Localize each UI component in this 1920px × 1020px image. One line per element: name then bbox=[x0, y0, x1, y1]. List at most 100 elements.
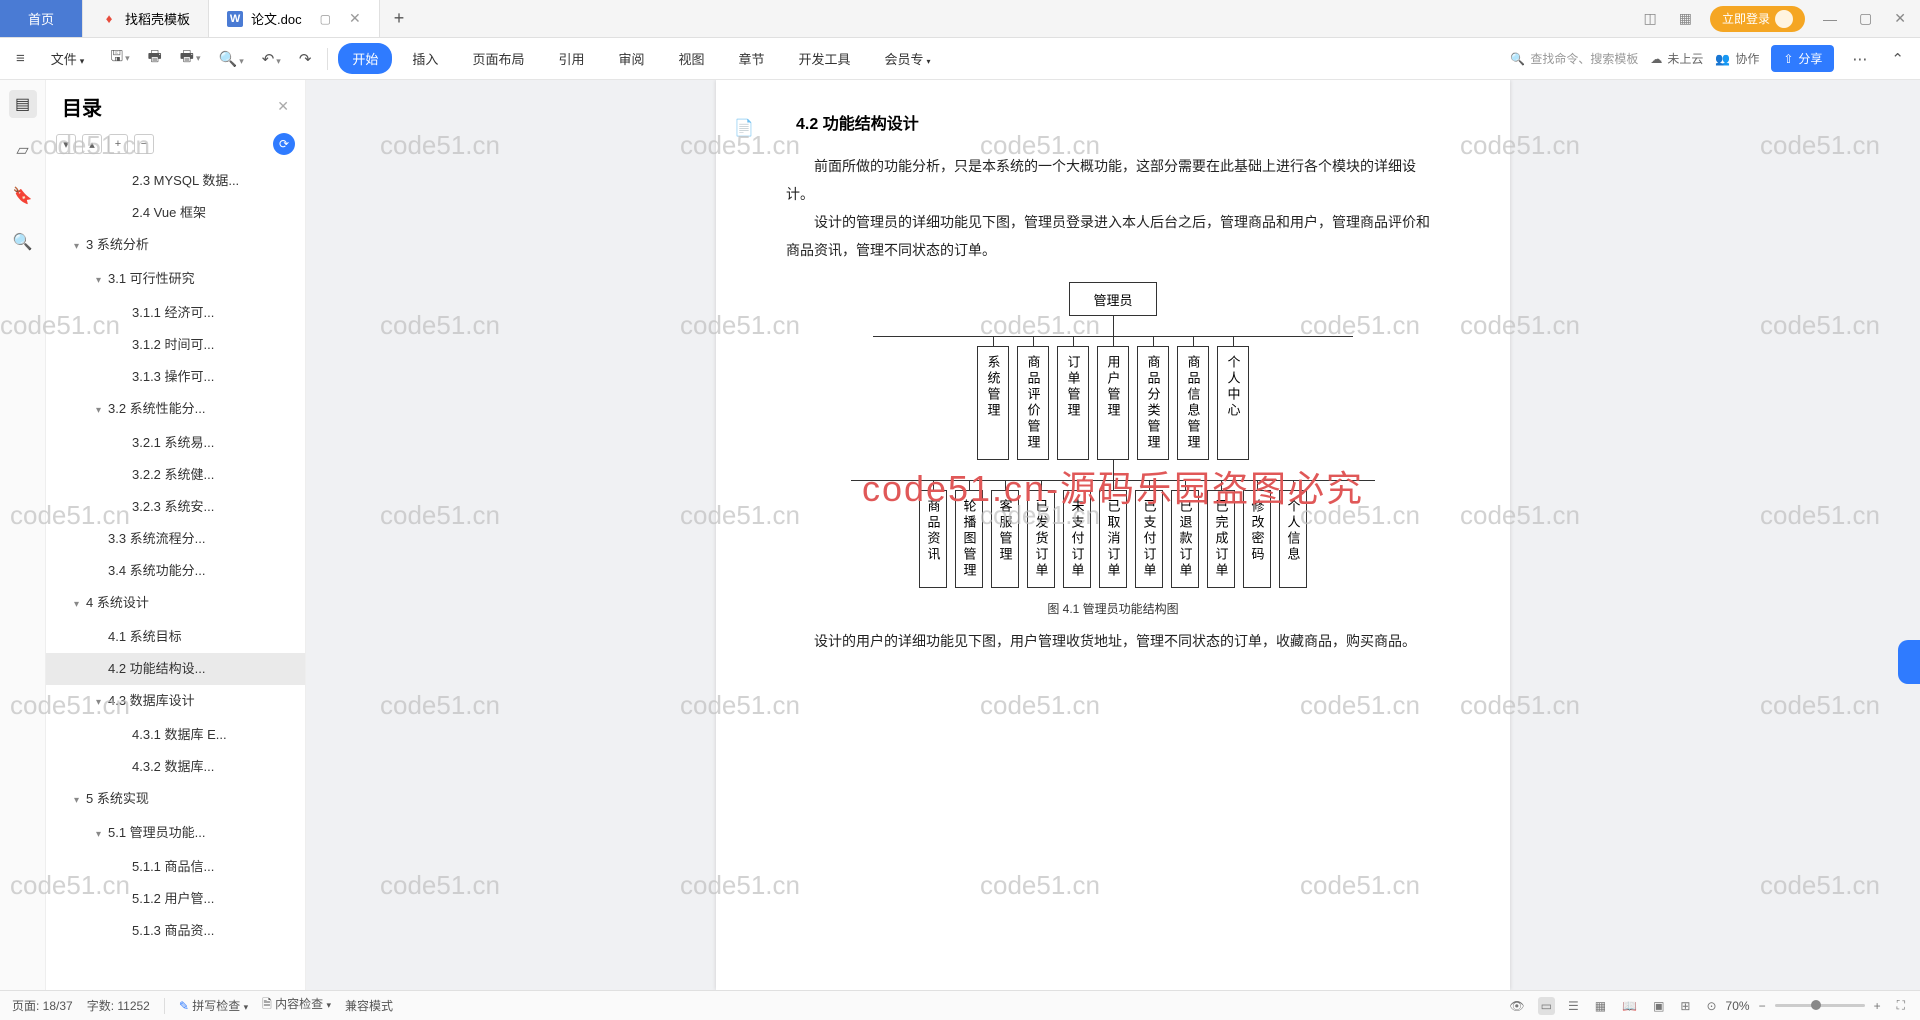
fullscreen-icon[interactable]: ⛶ bbox=[1894, 996, 1908, 1015]
expand-all-icon[interactable]: ▴ bbox=[82, 134, 102, 154]
outline-item[interactable]: 3.4 系统功能分... bbox=[46, 555, 305, 587]
content-check-button[interactable]: 🗎 内容检查 ▾ bbox=[262, 995, 331, 1016]
tab-label: 论文.doc bbox=[251, 9, 302, 28]
outline-item[interactable]: 5.1.1 商品信... bbox=[46, 851, 305, 883]
menu-insert[interactable]: 插入 bbox=[398, 43, 452, 74]
tab-template[interactable]: ♦ 找稻壳模板 bbox=[83, 0, 209, 37]
more-icon[interactable]: ⋯ bbox=[1846, 46, 1873, 72]
page-mark-icon[interactable]: 📄 bbox=[734, 118, 754, 138]
sync-icon[interactable]: ⟳ bbox=[273, 133, 295, 155]
close-icon[interactable]: ✕ bbox=[349, 10, 361, 27]
collapse-all-icon[interactable]: ▾ bbox=[56, 134, 76, 154]
outline-view-icon[interactable]: ☰ bbox=[1565, 997, 1582, 1015]
page-view-icon[interactable]: ▭ bbox=[1538, 997, 1555, 1015]
outline-item[interactable]: ▾3.1 可行性研究 bbox=[46, 263, 305, 297]
menu-start[interactable]: 开始 bbox=[338, 43, 392, 74]
outline-item[interactable]: ▾3 系统分析 bbox=[46, 229, 305, 263]
outline-item[interactable]: ▾4.3 数据库设计 bbox=[46, 685, 305, 719]
search-placeholder: 查找命令、搜索模板 bbox=[1530, 50, 1638, 67]
word-count[interactable]: 字数: 11252 bbox=[87, 997, 150, 1014]
outline-item[interactable]: 4.3.2 数据库... bbox=[46, 751, 305, 783]
menu-file[interactable]: 文件▾ bbox=[37, 43, 99, 74]
cloud-status[interactable]: ☁ 未上云 bbox=[1650, 50, 1703, 67]
bookmark-icon[interactable]: 🔖 bbox=[9, 182, 37, 210]
menu-member[interactable]: 会员专 bbox=[871, 43, 945, 74]
org-node: 订单管理 bbox=[1057, 346, 1089, 460]
share-button[interactable]: ⇧ 分享 bbox=[1771, 45, 1834, 72]
outline-icon[interactable]: ▤ bbox=[9, 90, 37, 118]
outline-item[interactable]: 3.2.2 系统健... bbox=[46, 459, 305, 491]
tab-document[interactable]: W 论文.doc ▢ ✕ bbox=[209, 0, 380, 37]
collapse-ribbon-icon[interactable]: ⌃ bbox=[1885, 46, 1910, 72]
search-icon: 🔍 bbox=[1510, 52, 1525, 66]
outline-item[interactable]: 4.1 系统目标 bbox=[46, 621, 305, 653]
add-tab-button[interactable]: + bbox=[380, 8, 419, 29]
outline-item[interactable]: 5.1.2 用户管... bbox=[46, 883, 305, 915]
page-indicator[interactable]: 页面: 18/37 bbox=[12, 997, 73, 1014]
zoom-slider[interactable] bbox=[1775, 1004, 1865, 1007]
outline-item[interactable]: 2.3 MYSQL 数据... bbox=[46, 165, 305, 197]
minimize-icon[interactable]: — bbox=[1819, 11, 1841, 27]
menu-review[interactable]: 审阅 bbox=[604, 43, 658, 74]
outline-item[interactable]: 4.2 功能结构设... bbox=[46, 653, 305, 685]
outline-item[interactable]: 3.2.3 系统安... bbox=[46, 491, 305, 523]
zoom-control[interactable]: ⊙ 70% − + bbox=[1703, 997, 1883, 1015]
coop-button[interactable]: 👥 协作 bbox=[1715, 50, 1759, 67]
remove-item-icon[interactable]: − bbox=[134, 134, 154, 154]
undo-icon[interactable]: ↶ bbox=[256, 46, 287, 72]
outline-tree: 2.3 MYSQL 数据...2.4 Vue 框架▾3 系统分析▾3.1 可行性… bbox=[46, 163, 305, 990]
outline-item[interactable]: 3.2.1 系统易... bbox=[46, 427, 305, 459]
close-window-icon[interactable]: ✕ bbox=[1890, 10, 1910, 27]
org-node: 已支付订单 bbox=[1135, 490, 1163, 588]
document-area[interactable]: 📄 4.2 功能结构设计 前面所做的功能分析，只是本系统的一个大概功能，这部分需… bbox=[306, 80, 1920, 990]
web-view-icon[interactable]: ▦ bbox=[1592, 997, 1609, 1015]
tab-home[interactable]: 首页 bbox=[0, 0, 83, 37]
preview-icon[interactable]: 🔍 bbox=[213, 46, 250, 72]
outline-item[interactable]: 3.3 系统流程分... bbox=[46, 523, 305, 555]
menu-view[interactable]: 视图 bbox=[664, 43, 718, 74]
right-drawer-tab[interactable] bbox=[1898, 640, 1920, 684]
outline-item[interactable]: 3.1.2 时间可... bbox=[46, 329, 305, 361]
outline-item[interactable]: ▾4 系统设计 bbox=[46, 587, 305, 621]
eye-icon[interactable]: 👁 bbox=[1506, 997, 1527, 1015]
outline-item[interactable]: 4.3.1 数据库 E... bbox=[46, 719, 305, 751]
layout-icon[interactable]: ◫ bbox=[1640, 10, 1661, 27]
outline-item[interactable]: 3.1.3 操作可... bbox=[46, 361, 305, 393]
menu-ref[interactable]: 引用 bbox=[544, 43, 598, 74]
share-icon: ⇧ bbox=[1783, 52, 1793, 66]
focus-view-icon[interactable]: ▣ bbox=[1650, 997, 1667, 1015]
add-item-icon[interactable]: + bbox=[108, 134, 128, 154]
redo-icon[interactable]: ↷ bbox=[293, 46, 318, 72]
grid-view-icon[interactable]: ⊞ bbox=[1677, 997, 1693, 1015]
hamburger-icon[interactable]: ≡ bbox=[10, 46, 31, 71]
outline-item[interactable]: ▾5.1 管理员功能... bbox=[46, 817, 305, 851]
outline-item[interactable]: ▾5 系统实现 bbox=[46, 783, 305, 817]
window-icon[interactable]: ▢ bbox=[320, 12, 331, 26]
outline-item[interactable]: 5.1.3 商品资... bbox=[46, 915, 305, 947]
zoom-in-icon[interactable]: + bbox=[1871, 997, 1884, 1015]
zoom-out-icon[interactable]: − bbox=[1756, 997, 1769, 1015]
print-preview-icon[interactable]: 🖶 bbox=[174, 42, 207, 75]
layers-icon[interactable]: ▱ bbox=[9, 136, 37, 164]
menu-layout[interactable]: 页面布局 bbox=[458, 43, 538, 74]
menu-devtool[interactable]: 开发工具 bbox=[785, 43, 865, 74]
search-panel-icon[interactable]: 🔍 bbox=[9, 228, 37, 256]
print-icon[interactable]: 🖶 bbox=[142, 42, 168, 75]
outline-item[interactable]: 2.4 Vue 框架 bbox=[46, 197, 305, 229]
command-search[interactable]: 🔍 查找命令、搜索模板 bbox=[1510, 50, 1638, 67]
org-node: 系统管理 bbox=[977, 346, 1009, 460]
menu-chapter[interactable]: 章节 bbox=[725, 43, 779, 74]
read-view-icon[interactable]: 📖 bbox=[1619, 997, 1640, 1015]
maximize-icon[interactable]: ▢ bbox=[1855, 10, 1876, 27]
outline-item[interactable]: ▾3.2 系统性能分... bbox=[46, 393, 305, 427]
login-button[interactable]: 立即登录 bbox=[1710, 6, 1805, 32]
close-panel-icon[interactable]: ✕ bbox=[277, 98, 289, 115]
spellcheck-button[interactable]: ✎ 拼写检查 ▾ bbox=[179, 997, 248, 1014]
outline-item[interactable]: 3.1.1 经济可... bbox=[46, 297, 305, 329]
org-node: 已取消订单 bbox=[1099, 490, 1127, 588]
org-node: 未支付订单 bbox=[1063, 490, 1091, 588]
compat-mode[interactable]: 兼容模式 bbox=[345, 997, 393, 1014]
apps-icon[interactable]: ▦ bbox=[1675, 10, 1696, 27]
save-icon[interactable]: 🖫 bbox=[104, 42, 135, 75]
zoom-reset-icon[interactable]: ⊙ bbox=[1703, 997, 1719, 1015]
